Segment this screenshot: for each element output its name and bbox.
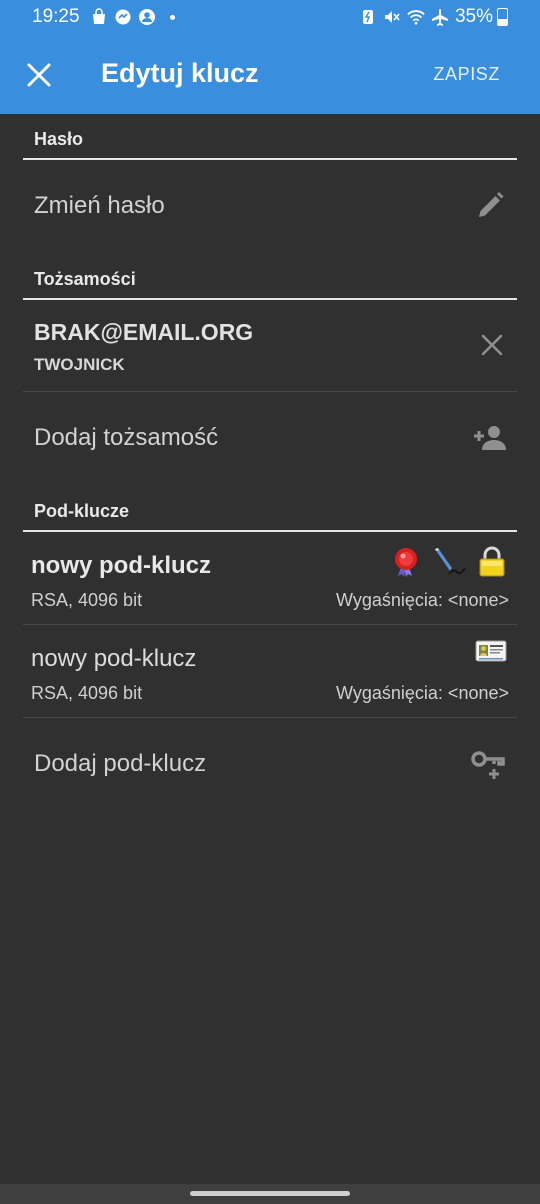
add-subkey-label: Dodaj pod-klucz xyxy=(34,750,207,777)
subkey-capability-icons xyxy=(465,639,507,663)
identity-item[interactable]: BRAK@EMAIL.ORG TWOJNICK xyxy=(23,300,517,392)
status-right: 35% xyxy=(359,6,508,28)
certify-seal-icon xyxy=(395,548,417,577)
change-password-row[interactable]: Zmień hasło xyxy=(0,160,540,254)
close-button[interactable] xyxy=(20,56,58,94)
close-icon xyxy=(27,63,51,87)
page-title: Edytuj klucz xyxy=(101,58,259,88)
add-identity-label: Dodaj tożsamość xyxy=(34,424,219,451)
battery-saver-icon xyxy=(362,10,373,24)
home-gesture-handle[interactable] xyxy=(190,1191,350,1196)
section-title: Tożsamości xyxy=(34,269,136,289)
add-identity-row[interactable]: Dodaj tożsamość xyxy=(0,392,540,486)
subkey-expiry: Wygaśnięcia: <none> xyxy=(336,683,509,703)
mute-icon xyxy=(384,11,400,23)
subkey-capability-icons xyxy=(381,546,507,578)
airplane-icon xyxy=(431,9,448,26)
subkey-expiry: Wygaśnięcia: <none> xyxy=(336,590,509,610)
subkey-algorithm: RSA, 4096 bit xyxy=(31,683,143,703)
status-time: 19:25 xyxy=(32,6,80,27)
section-header-identities: Tożsamości xyxy=(23,254,517,300)
identity-name: TWOJNICK xyxy=(34,355,125,374)
save-button[interactable]: ZAPISZ xyxy=(433,64,500,85)
remove-identity-icon[interactable] xyxy=(477,330,507,360)
section-title: Hasło xyxy=(34,129,84,149)
subkey-algorithm: RSA, 4096 bit xyxy=(31,590,143,610)
navigation-bar xyxy=(0,1184,540,1204)
section-header-password: Hasło xyxy=(23,114,517,160)
battery-percent: 35% xyxy=(454,6,493,27)
wifi-icon xyxy=(407,10,425,25)
notification-dot xyxy=(169,14,175,20)
account-icon xyxy=(138,9,155,25)
add-subkey-row[interactable]: Dodaj pod-klucz xyxy=(0,718,540,810)
authenticate-id-card-icon xyxy=(475,640,507,662)
subkey-item[interactable]: nowy pod-klucz RSA, 4096 bit Wygaśnięcia… xyxy=(23,625,517,718)
add-person-icon xyxy=(474,426,506,450)
section-header-subkeys: Pod-klucze xyxy=(23,486,517,532)
subkey-name: nowy pod-klucz xyxy=(31,645,197,672)
messenger-icon xyxy=(115,9,131,25)
status-bar: 19:25 35% xyxy=(0,0,540,36)
battery-fill xyxy=(498,19,507,25)
shopping-bag-icon xyxy=(92,8,105,24)
add-key-icon xyxy=(471,751,505,779)
status-left: 19:25 xyxy=(32,6,175,28)
identity-email: BRAK@EMAIL.ORG xyxy=(34,319,254,345)
subkey-item[interactable]: nowy pod-klucz RSA, 4096 bit Wygaśnięcia… xyxy=(23,532,517,625)
battery-icon xyxy=(497,8,508,26)
content: Hasło Zmień hasło Tożsamości BRAK@EMAIL.… xyxy=(0,114,540,810)
change-password-label: Zmień hasło xyxy=(34,192,165,219)
pencil-icon xyxy=(479,192,504,217)
encrypt-lock-icon xyxy=(479,546,505,577)
section-title: Pod-klucze xyxy=(34,501,130,521)
subkey-name: nowy pod-klucz xyxy=(31,552,211,579)
sign-pen-icon xyxy=(435,548,466,575)
app-bar: Edytuj klucz ZAPISZ xyxy=(0,36,540,114)
